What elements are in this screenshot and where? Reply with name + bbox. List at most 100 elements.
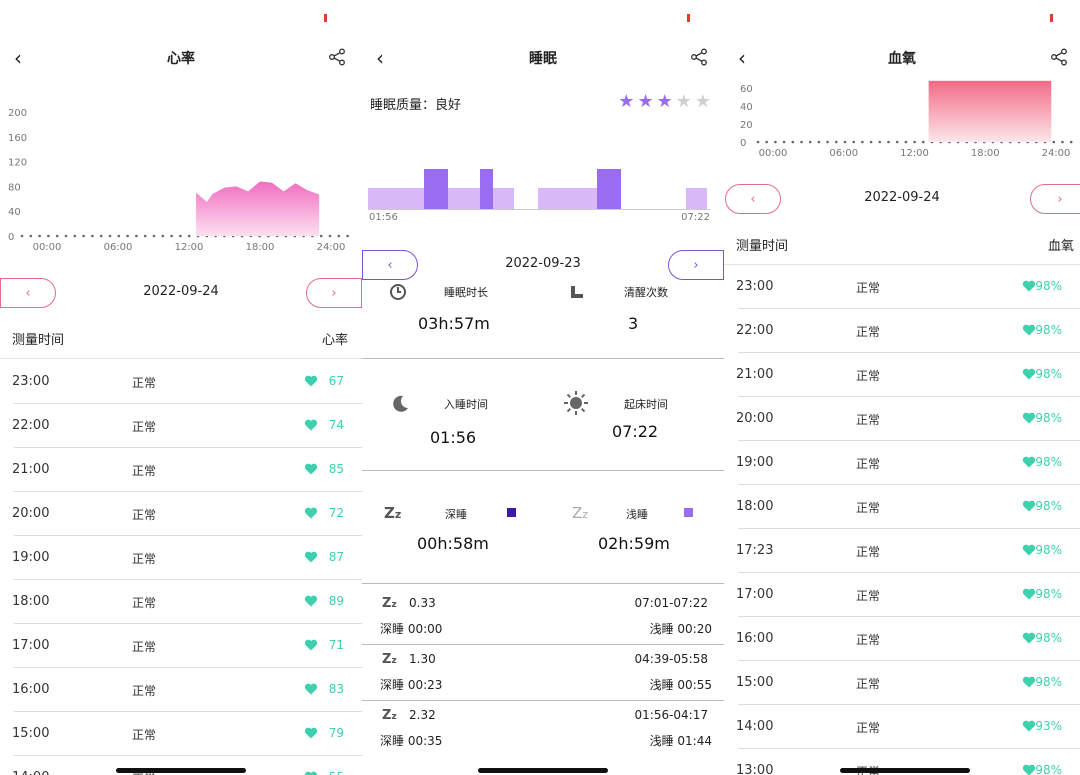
measure-value: 55 <box>329 770 344 775</box>
x-tick-label: 00:00 <box>33 242 62 253</box>
status-indicator <box>687 14 690 22</box>
clock-icon <box>390 284 406 300</box>
value-column-header: 心率 <box>321 333 348 348</box>
heart-icon <box>304 549 318 563</box>
list-item[interactable]: 15:00 正常 98% <box>724 661 1080 705</box>
heart-icon <box>1022 366 1036 380</box>
measure-time: 15:00 <box>12 726 50 741</box>
x-tick-label: 06:00 <box>829 148 858 159</box>
list-item[interactable]: 20:00 正常 72 <box>0 492 362 536</box>
status-text: 正常 <box>856 501 881 515</box>
next-day-button[interactable]: › <box>668 250 724 280</box>
star-filled-icon: ★ <box>656 91 676 112</box>
list-item[interactable]: 19:00 正常 98% <box>724 441 1080 485</box>
measure-time: 17:23 <box>736 543 774 558</box>
list-item[interactable]: 23:00 正常 67 <box>0 360 362 404</box>
list-item[interactable]: 22:00 正常 74 <box>0 404 362 448</box>
segment-deep: 深睡 00:35 <box>380 734 443 748</box>
sleep-screen: ‹ 睡眠 睡眠质量：良好 ★★★★★ 01:56 07:22 ‹ 2022-09… <box>362 0 724 775</box>
list-item[interactable]: 19:00 正常 87 <box>0 536 362 580</box>
share-icon[interactable] <box>1050 48 1068 66</box>
measure-time: 22:00 <box>12 418 50 433</box>
next-day-button[interactable]: › <box>1030 184 1080 214</box>
x-tick-label: 24:00 <box>1042 148 1071 159</box>
segment-score: 2.32 <box>409 708 436 722</box>
list-item[interactable]: 17:00 正常 71 <box>0 624 362 668</box>
list-item[interactable]: 18:00 正常 98% <box>724 485 1080 529</box>
heart-icon <box>1022 498 1036 512</box>
status-text: 正常 <box>856 369 881 383</box>
status-text: 正常 <box>856 325 881 339</box>
y-tick-label: 40 <box>8 207 21 218</box>
deep-sleep-label: 深睡 <box>445 508 467 521</box>
measure-time: 14:00 <box>12 770 49 775</box>
heart-icon <box>1022 674 1036 688</box>
measure-time: 18:00 <box>736 499 774 514</box>
page-title: 睡眠 <box>529 51 557 67</box>
wake-time-value: 07:22 <box>612 422 659 441</box>
y-tick-label: 20 <box>740 120 753 131</box>
list-item[interactable]: 16:00 正常 83 <box>0 668 362 712</box>
next-day-button[interactable]: › <box>306 278 362 308</box>
list-item[interactable]: 17:23 正常 98% <box>724 529 1080 573</box>
list-item[interactable]: 20:00 正常 98% <box>724 397 1080 441</box>
measure-value: 98% <box>1035 631 1062 645</box>
heart-icon <box>1022 322 1036 336</box>
wake-count-value: 3 <box>628 314 639 333</box>
measure-time: 19:00 <box>736 455 774 470</box>
list-item[interactable]: 18:00 正常 89 <box>0 580 362 624</box>
sleep-segment-icon: Zz <box>382 652 397 667</box>
measure-value: 98% <box>1035 675 1062 689</box>
heart-icon <box>304 593 318 607</box>
x-tick-label: 18:00 <box>246 242 275 253</box>
bed-icon <box>571 286 583 298</box>
measure-value: 89 <box>328 594 344 608</box>
heart-icon <box>304 769 318 775</box>
deep-sleep-icon: Zz <box>384 504 402 522</box>
list-item[interactable]: 21:00 正常 98% <box>724 353 1080 397</box>
share-icon[interactable] <box>328 48 346 66</box>
status-text: 正常 <box>856 457 881 471</box>
measure-time: 16:00 <box>12 682 50 697</box>
measure-value: 98% <box>1035 323 1062 337</box>
status-indicator <box>1050 14 1053 22</box>
heart-icon <box>1022 278 1036 292</box>
measure-value: 93% <box>1035 719 1062 733</box>
heart-rate-area <box>196 181 320 236</box>
heart-icon <box>1022 542 1036 556</box>
sleep-segment[interactable]: Zz 2.32 01:56-04:17 深睡 00:35 浅睡 01:44 <box>362 700 724 756</box>
status-text: 正常 <box>132 420 157 434</box>
segment-score: 1.30 <box>409 652 436 666</box>
measure-time: 20:00 <box>12 506 50 521</box>
measure-value: 71 <box>328 638 344 652</box>
list-item[interactable]: 23:00 正常 98% <box>724 265 1080 309</box>
list-item[interactable]: 21:00 正常 85 <box>0 448 362 492</box>
deep-sleep-block <box>424 169 448 209</box>
deep-sleep-legend-swatch <box>507 508 516 517</box>
sleep-segment[interactable]: Zz 0.33 07:01-07:22 深睡 00:00 浅睡 00:20 <box>362 588 724 645</box>
heart-icon <box>304 637 318 651</box>
light-sleep-value: 02h:59m <box>598 534 670 553</box>
list-item[interactable]: 15:00 正常 79 <box>0 712 362 756</box>
measure-value: 87 <box>328 550 344 564</box>
chart-end-time: 07:22 <box>681 212 710 223</box>
list-header: 测量时间 血氧 <box>724 229 1080 259</box>
list-item[interactable]: 17:00 正常 98% <box>724 573 1080 617</box>
date-navigator: ‹ 2022-09-24 › <box>0 278 362 308</box>
measure-time: 14:00 <box>736 719 774 734</box>
sleep-stage-chart <box>368 169 710 210</box>
x-tick-label: 18:00 <box>971 148 1000 159</box>
date-navigator: ‹ 2022-09-23 › <box>362 250 724 280</box>
light-sleep-icon: Zz <box>572 504 589 522</box>
share-icon[interactable] <box>690 48 708 66</box>
list-item[interactable]: 14:00 正常 93% <box>724 705 1080 749</box>
segment-range: 01:56-04:17 <box>634 708 709 722</box>
status-text: 正常 <box>132 684 157 698</box>
status-text: 正常 <box>856 545 881 559</box>
list-item[interactable]: 16:00 正常 98% <box>724 617 1080 661</box>
measure-time: 23:00 <box>736 279 774 294</box>
status-text: 正常 <box>132 728 157 742</box>
sleep-segment[interactable]: Zz 1.30 04:39-05:58 深睡 00:23 浅睡 00:55 <box>362 644 724 701</box>
list-item[interactable]: 22:00 正常 98% <box>724 309 1080 353</box>
measure-time: 22:00 <box>736 323 774 338</box>
